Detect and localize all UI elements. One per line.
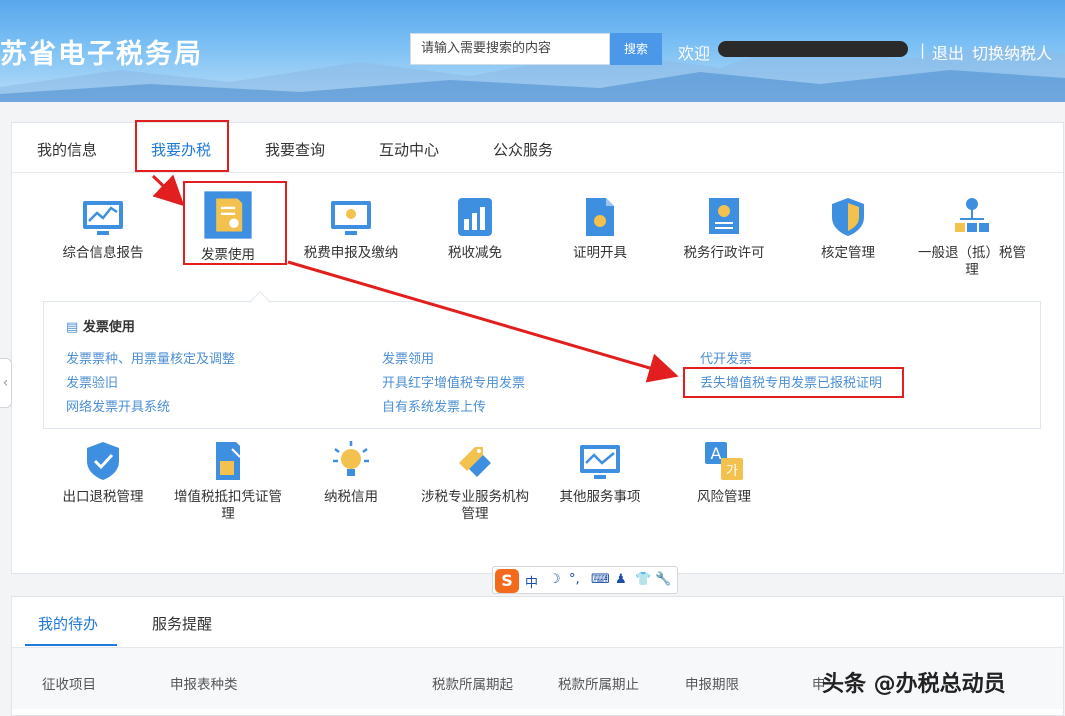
- link-invoice-type-approval[interactable]: 发票票种、用票量核定及调整: [66, 348, 235, 367]
- column-header: 税款所属期起: [432, 677, 513, 693]
- bar-chart-icon: [458, 198, 492, 236]
- tab-my-todo[interactable]: 我的待办: [38, 613, 98, 634]
- menu-item-comprehensive-report[interactable]: 综合信息报告: [43, 195, 163, 262]
- keyboard-icon[interactable]: ⌨: [591, 572, 610, 587]
- menu-item-label: 综合信息报告: [62, 245, 144, 261]
- ime-toolbar: S 中 ☽ °, ⌨ ♟ 👕 🔧: [492, 566, 678, 594]
- column-header: 申报期限: [685, 677, 739, 693]
- tool-icon[interactable]: 🔧: [655, 572, 671, 587]
- menu-item-label: 出口退税管理: [62, 489, 144, 505]
- menu-item-professional-service[interactable]: 涉税专业服务机构管理: [415, 439, 535, 523]
- tag-icon: [459, 447, 491, 477]
- submenu-title: ▤ 发票使用: [66, 316, 135, 335]
- menu-item-tax-credit[interactable]: 纳税信用: [291, 439, 411, 506]
- column-header: 申报表种类: [170, 677, 238, 693]
- todo-panel: 我的待办 服务提醒 征收项目 申报表种类 税款所属期起 税款所属期止 申报期限 …: [11, 596, 1064, 716]
- menu-item-label: 核定管理: [821, 245, 875, 261]
- menu-item-tax-declaration[interactable]: 税费申报及缴纳: [291, 195, 411, 262]
- main-panel: 我的信息 我要办税 我要查询 互动中心 公众服务 综合信息报告 发票使用 税费申…: [11, 122, 1064, 574]
- menu-item-label: 其他服务事项: [559, 489, 641, 505]
- ime-chinese-mode[interactable]: 中: [525, 572, 538, 591]
- tab-public-service[interactable]: 公众服务: [493, 139, 553, 160]
- tab-query[interactable]: 我要查询: [265, 139, 325, 160]
- link-red-vat-invoice[interactable]: 开具红字增值税专用发票: [382, 372, 525, 391]
- lightbulb-icon: [333, 441, 369, 476]
- menu-item-label: 一般退（抵）税管理: [918, 245, 1026, 278]
- org-chart-icon: [955, 198, 989, 232]
- submenu-title-text: 发票使用: [82, 320, 135, 335]
- document-pen-icon: [216, 442, 241, 480]
- menu-item-export-refund[interactable]: 出口退税管理: [43, 439, 163, 506]
- skin-icon[interactable]: 👕: [635, 572, 651, 587]
- watermark-text: 头条 @办税总动员: [822, 672, 1006, 697]
- site-title: 苏省电子税务局: [0, 39, 203, 70]
- link-agent-invoice[interactable]: 代开发票: [700, 348, 752, 367]
- moon-icon[interactable]: ☽: [549, 572, 561, 587]
- clipboard-icon: ▤: [66, 320, 79, 335]
- menu-item-admin-license[interactable]: 税务行政许可: [664, 195, 784, 262]
- annotation-box-invoice: [183, 181, 287, 265]
- tab-interaction[interactable]: 互动中心: [379, 139, 439, 160]
- annotation-box-tab: [135, 120, 229, 172]
- menu-item-label: 税收减免: [448, 245, 502, 261]
- menu-item-label: 税费申报及缴纳: [303, 245, 399, 261]
- chart-monitor-icon: [83, 201, 123, 235]
- tab-service-reminder[interactable]: 服务提醒: [152, 613, 212, 634]
- switch-taxpayer-link[interactable]: 切换纳税人: [972, 40, 1052, 64]
- svg-text:A: A: [711, 444, 722, 463]
- site-header: 苏省电子税务局 请输入需要搜索的内容 搜索 欢迎 | 退出 切换纳税人: [0, 0, 1065, 102]
- shield-icon: [832, 198, 864, 236]
- menu-item-tax-refund[interactable]: 一般退（抵）税管理: [912, 195, 1032, 279]
- menu-item-label: 涉税专业服务机构管理: [421, 489, 529, 522]
- translate-icon: A 가: [705, 442, 743, 480]
- shield-check-icon: [87, 442, 119, 480]
- svg-text:가: 가: [726, 464, 738, 479]
- menu-item-assessment[interactable]: 核定管理: [788, 195, 908, 262]
- menu-item-label: 证明开具: [573, 245, 627, 261]
- user-icon[interactable]: ♟: [615, 572, 627, 587]
- menu-item-vat-deduction[interactable]: 增值税抵扣凭证管理: [168, 439, 288, 523]
- tab-my-info[interactable]: 我的信息: [37, 139, 97, 160]
- logout-link[interactable]: 退出: [932, 40, 964, 64]
- link-own-system-upload[interactable]: 自有系统发票上传: [382, 396, 486, 415]
- link-invoice-collect[interactable]: 发票领用: [382, 348, 434, 367]
- welcome-text: 欢迎: [678, 44, 711, 63]
- search-button[interactable]: 搜索: [610, 33, 662, 65]
- monitor-chart-icon: [580, 445, 620, 479]
- monitor-icon: [331, 201, 371, 235]
- punctuation-icon[interactable]: °,: [569, 572, 580, 587]
- link-online-invoice-system[interactable]: 网络发票开具系统: [66, 396, 170, 415]
- redacted-username: [718, 41, 908, 57]
- sogou-logo-icon[interactable]: S: [495, 569, 519, 593]
- menu-item-label: 税务行政许可: [683, 245, 765, 261]
- menu-item-label: 风险管理: [697, 489, 751, 505]
- link-invoice-check[interactable]: 发票验旧: [66, 372, 118, 391]
- invoice-submenu: ▤ 发票使用 发票票种、用票量核定及调整 发票验旧 网络发票开具系统 发票领用 …: [43, 291, 1041, 429]
- column-header: 税款所属期止: [558, 677, 639, 693]
- menu-item-tax-reduction[interactable]: 税收减免: [415, 195, 535, 262]
- header-separator: |: [920, 41, 926, 59]
- column-header: 征收项目: [42, 677, 96, 693]
- certificate-file-icon: [586, 198, 614, 236]
- menu-item-other-services[interactable]: 其他服务事项: [540, 439, 660, 506]
- search-input[interactable]: 请输入需要搜索的内容: [410, 33, 610, 65]
- license-icon: [709, 198, 739, 234]
- annotation-box-lost-invoice: [683, 367, 904, 398]
- menu-item-certificate[interactable]: 证明开具: [540, 195, 660, 262]
- menu-item-label: 增值税抵扣凭证管理: [174, 489, 282, 522]
- active-tab-underline: [25, 644, 117, 646]
- submenu-caret: [250, 291, 270, 311]
- collapse-handle[interactable]: ‹: [0, 358, 12, 408]
- menu-item-risk-management[interactable]: A 가 风险管理: [664, 439, 784, 506]
- menu-item-label: 纳税信用: [324, 489, 378, 505]
